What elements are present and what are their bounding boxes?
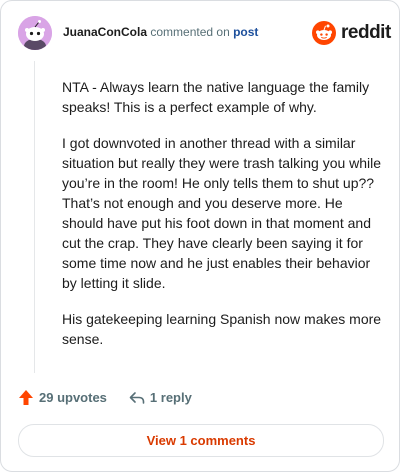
view-comments-button[interactable]: View 1 comments: [18, 424, 384, 457]
comment-actions: 29 upvotes 1 reply: [18, 389, 192, 406]
thread-line[interactable]: [34, 61, 35, 373]
comment-paragraph: His gatekeeping learning Spanish now mak…: [62, 311, 382, 347]
snoo-avatar-icon: [18, 16, 52, 50]
reddit-snoo-icon: [312, 21, 336, 45]
comment-paragraph: I got downvoted in another thread with a…: [62, 135, 382, 291]
username-link[interactable]: JuanaConCola: [63, 25, 147, 39]
upvote-count: 29 upvotes: [39, 390, 107, 405]
comment-paragraph: NTA - Always learn the native language t…: [62, 79, 370, 115]
comment-body: NTA - Always learn the native language t…: [62, 77, 382, 365]
comment-card: JuanaConCola commented on post reddit NT…: [0, 0, 400, 472]
avatar[interactable]: [18, 16, 52, 50]
reddit-logo[interactable]: reddit: [312, 21, 391, 45]
upvote-arrow-icon: [19, 390, 33, 405]
reddit-wordmark: reddit: [341, 22, 391, 43]
upvote-button[interactable]: 29 upvotes: [18, 389, 107, 406]
reply-arrow-icon: [129, 391, 145, 404]
comment-header: JuanaConCola commented on post: [63, 25, 258, 39]
reply-count: 1 reply: [149, 390, 192, 405]
reply-button[interactable]: 1 reply: [129, 390, 192, 405]
post-link[interactable]: post: [233, 25, 258, 39]
commented-on-label: commented on: [150, 25, 230, 39]
